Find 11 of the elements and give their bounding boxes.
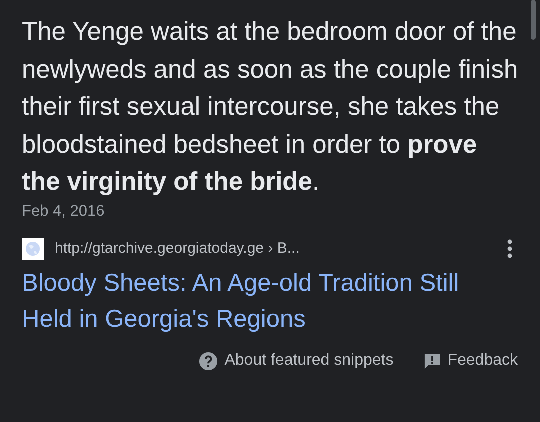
globe-icon (22, 238, 44, 260)
result-url[interactable]: http://gtarchive.georgiatoday.ge › B... (55, 240, 507, 257)
snippet-text: The Yenge waits at the bedroom door of the newlyweds and as soon as the couple finish their first sexual intercourse, she takes the bloodstained bedsheet in order to prove the virginity of the bride. (22, 17, 520, 198)
help-icon (198, 352, 218, 370)
snippet-date: Feb 4, 2016 (22, 202, 105, 222)
result-title-link[interactable]: Bloody Sheets: An Age-old Tradition Still Held in Georgia's Regions (22, 266, 502, 338)
footer-link[interactable]: About featured snippets (224, 352, 394, 370)
feedback-icon (424, 352, 441, 370)
footer-link[interactable]: Feedback (448, 352, 518, 370)
more-options-icon[interactable] (507, 238, 513, 258)
scrollbar (531, 0, 536, 40)
